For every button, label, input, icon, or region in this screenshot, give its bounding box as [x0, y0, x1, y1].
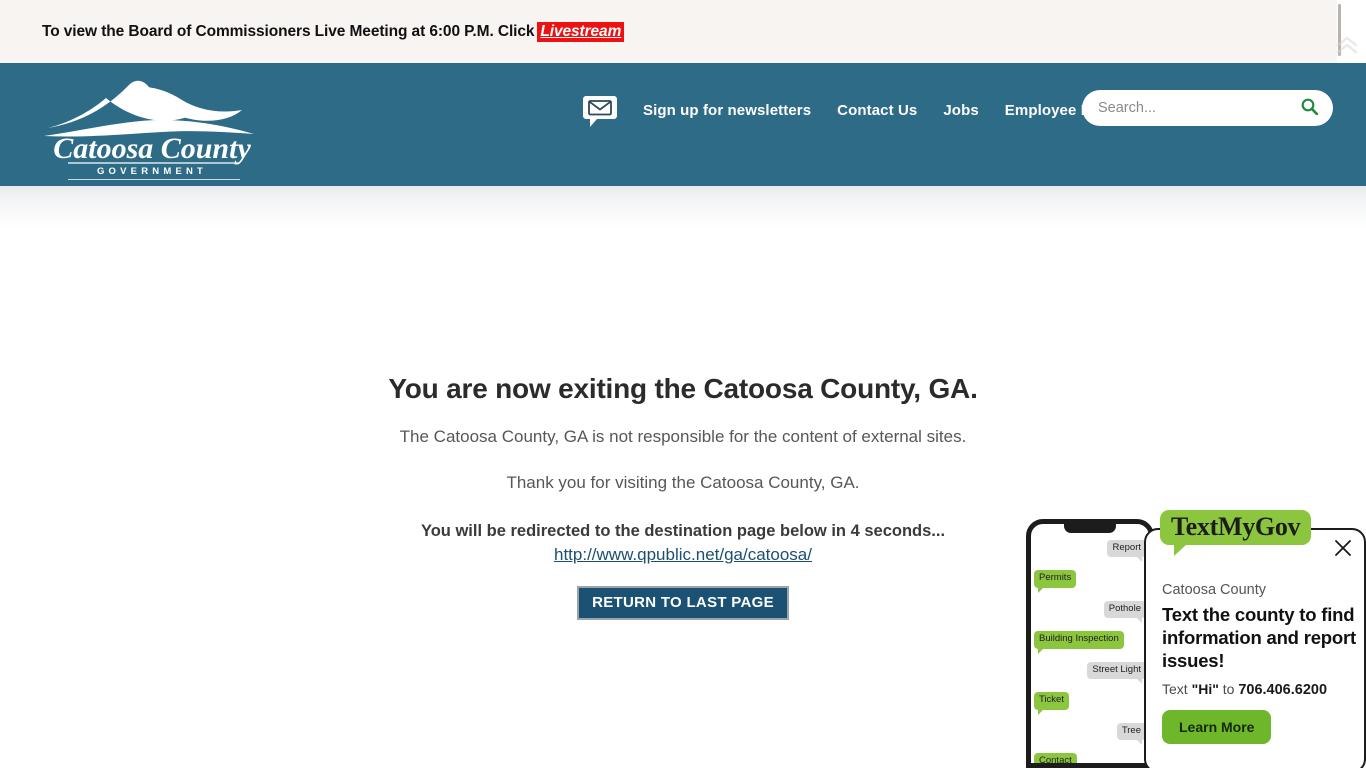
search-input[interactable] — [1098, 91, 1291, 125]
bubble-row: Contact — [1034, 750, 1146, 763]
textmygov-logo: TextMyGov — [1160, 510, 1312, 557]
textmygov-card: TextMyGov Catoosa County Text the county… — [1144, 510, 1366, 768]
envelope-message-icon[interactable] — [583, 94, 617, 127]
phone-mockup-image: Report Permits Pothole Building Inspecti… — [1026, 519, 1154, 768]
chat-bubble: Street Light — [1087, 661, 1146, 685]
svg-text:Catoosa County: Catoosa County — [53, 132, 251, 165]
nav-link-newsletters[interactable]: Sign up for newsletters — [643, 102, 811, 119]
popup-headline: Text the county to find information and … — [1162, 604, 1356, 672]
double-chevron-up-icon[interactable] — [1334, 34, 1360, 56]
alert-banner-text: To view the Board of Commissioners Live … — [42, 21, 625, 42]
page-title: You are now exiting the Catoosa County, … — [388, 373, 978, 404]
bubble-row: Building Inspection — [1034, 628, 1146, 658]
learn-more-button[interactable]: Learn More — [1162, 710, 1272, 745]
search-submit-button[interactable] — [1291, 91, 1327, 125]
bubble-row: Ticket — [1034, 689, 1146, 719]
site-logo[interactable]: Catoosa County GOVERNMENT — [30, 70, 275, 180]
disclaimer-text: The Catoosa County, GA is not responsibl… — [399, 427, 967, 446]
close-icon — [1334, 539, 1352, 560]
alert-banner-message: To view the Board of Commissioners Live … — [42, 22, 535, 40]
instruction-middle: to — [1222, 681, 1235, 698]
thanks-text: Thank you for visiting the Catoosa Count… — [506, 473, 860, 492]
nav-link-contact-us[interactable]: Contact Us — [837, 102, 917, 119]
chat-bubble: Building Inspection — [1034, 631, 1124, 655]
phone-screen: Report Permits Pothole Building Inspecti… — [1031, 537, 1149, 763]
return-to-last-page-button[interactable]: RETURN TO LAST PAGE — [577, 586, 789, 620]
instruction-keyword: "Hi" — [1191, 681, 1219, 698]
bubble-row: Pothole — [1034, 598, 1146, 628]
textmygov-body: Catoosa County Text the county to find i… — [1162, 582, 1356, 745]
chat-bubble: Pothole — [1103, 600, 1146, 624]
bubble-row: Tree — [1034, 720, 1146, 750]
chat-bubble: Contact — [1034, 753, 1077, 763]
svg-text:GOVERNMENT: GOVERNMENT — [97, 166, 207, 177]
search-icon — [1301, 98, 1318, 118]
header-gradient-divider — [0, 186, 1366, 228]
chat-bubble: Tree — [1116, 722, 1146, 746]
destination-url-link[interactable]: http://www.qpublic.net/ga/catoosa/ — [554, 545, 812, 565]
textmygov-popup: Report Permits Pothole Building Inspecti… — [1026, 505, 1366, 768]
main-navigation: Sign up for newsletters Contact Us Jobs … — [583, 94, 1109, 127]
instruction-prefix: Text — [1162, 681, 1188, 698]
close-button[interactable] — [1330, 536, 1356, 562]
chat-bubble: Permits — [1034, 570, 1077, 594]
popup-county-name: Catoosa County — [1162, 582, 1266, 598]
livestream-link[interactable]: Livestream — [537, 21, 625, 42]
page-root: To view the Board of Commissioners Live … — [0, 0, 1366, 768]
alert-banner: To view the Board of Commissioners Live … — [0, 0, 1337, 63]
nav-link-jobs[interactable]: Jobs — [943, 102, 978, 119]
bubble-row: Report — [1034, 537, 1146, 567]
chat-bubble: Ticket — [1034, 692, 1069, 716]
search-box — [1082, 90, 1333, 126]
textmygov-logo-text: TextMyGov — [1171, 512, 1301, 541]
bubble-row: Permits — [1034, 567, 1146, 597]
phone-notch — [1064, 524, 1116, 533]
popup-phone-number: 706.406.6200 — [1238, 682, 1328, 699]
popup-instruction: Text "Hi" to 706.406.6200 — [1162, 681, 1356, 698]
chat-bubble: Report — [1107, 540, 1146, 564]
bubble-row: Street Light — [1034, 659, 1146, 689]
